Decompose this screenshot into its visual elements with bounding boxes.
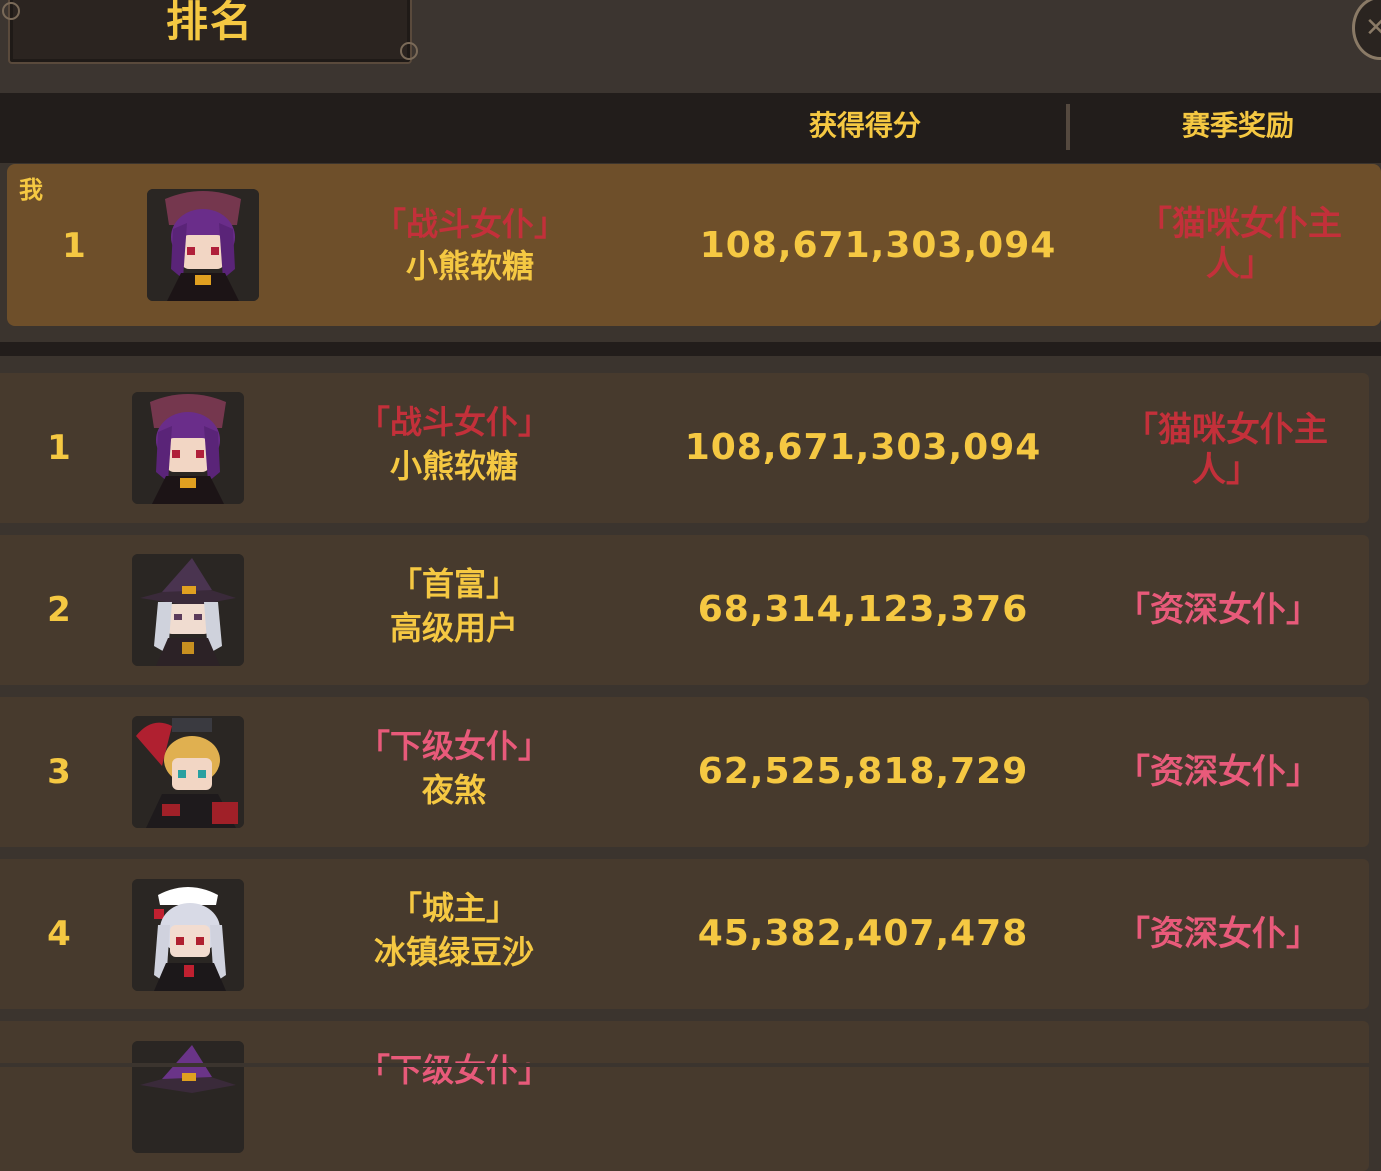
witch-hat-avatar-icon[interactable] bbox=[132, 1041, 244, 1153]
me-badge: 我 bbox=[19, 176, 43, 204]
silver-hair-maid-avatar-icon[interactable] bbox=[132, 879, 244, 991]
purple-hair-maid-avatar-icon[interactable] bbox=[147, 189, 259, 301]
blonde-knight-avatar-icon[interactable] bbox=[132, 716, 244, 828]
my-rank-number: 1 bbox=[62, 226, 86, 266]
my-player-title: 「战斗女仆」 bbox=[373, 205, 566, 243]
my-reward: 「猫咪女仆主人」 bbox=[1138, 204, 1342, 284]
page-title: 排名 bbox=[165, 0, 254, 46]
section-divider bbox=[0, 342, 1381, 356]
player-name: 夜煞 bbox=[421, 771, 486, 809]
score-column-header: 获得得分 bbox=[808, 109, 921, 142]
header-divider bbox=[1066, 104, 1070, 150]
purple-hair-maid-avatar-icon[interactable] bbox=[132, 392, 244, 504]
player-name: 冰镇绿豆沙 bbox=[373, 933, 534, 971]
corner-ornament-icon bbox=[400, 42, 418, 60]
player-score: 68,314,123,376 bbox=[697, 589, 1029, 630]
player-score: 45,382,407,478 bbox=[697, 913, 1029, 954]
player-name: 小熊软糖 bbox=[389, 447, 518, 485]
player-title: 「下级女仆」 bbox=[357, 1051, 550, 1089]
witch-hat-avatar-icon[interactable] bbox=[132, 554, 244, 666]
rank-number: 4 bbox=[47, 914, 71, 954]
season-reward: 「资深女仆」 bbox=[1116, 752, 1320, 792]
list-bottom-edge bbox=[0, 1063, 1381, 1067]
season-reward: 「资深女仆」 bbox=[1116, 590, 1320, 630]
rank-number: 3 bbox=[47, 752, 71, 792]
my-player-name: 小熊软糖 bbox=[405, 247, 534, 285]
player-score: 108,671,303,094 bbox=[684, 427, 1042, 468]
player-title: 「下级女仆」 bbox=[357, 727, 550, 765]
rank-number: 2 bbox=[47, 590, 71, 630]
reward-column-header: 赛季奖励 bbox=[1181, 109, 1294, 142]
close-icon: ✕ bbox=[1365, 13, 1381, 43]
my-score: 108,671,303,094 bbox=[699, 225, 1057, 266]
rank-number: 1 bbox=[47, 428, 71, 468]
player-name: 高级用户 bbox=[389, 609, 518, 647]
season-reward: 「猫咪女仆主人」 bbox=[1124, 410, 1328, 490]
player-title: 「首富」 bbox=[389, 565, 518, 603]
player-title: 「战斗女仆」 bbox=[357, 403, 550, 441]
player-score: 62,525,818,729 bbox=[697, 751, 1029, 792]
season-reward: 「资深女仆」 bbox=[1116, 914, 1320, 954]
player-title: 「城主」 bbox=[389, 889, 518, 927]
title-plate: 排名 bbox=[2, 0, 418, 64]
